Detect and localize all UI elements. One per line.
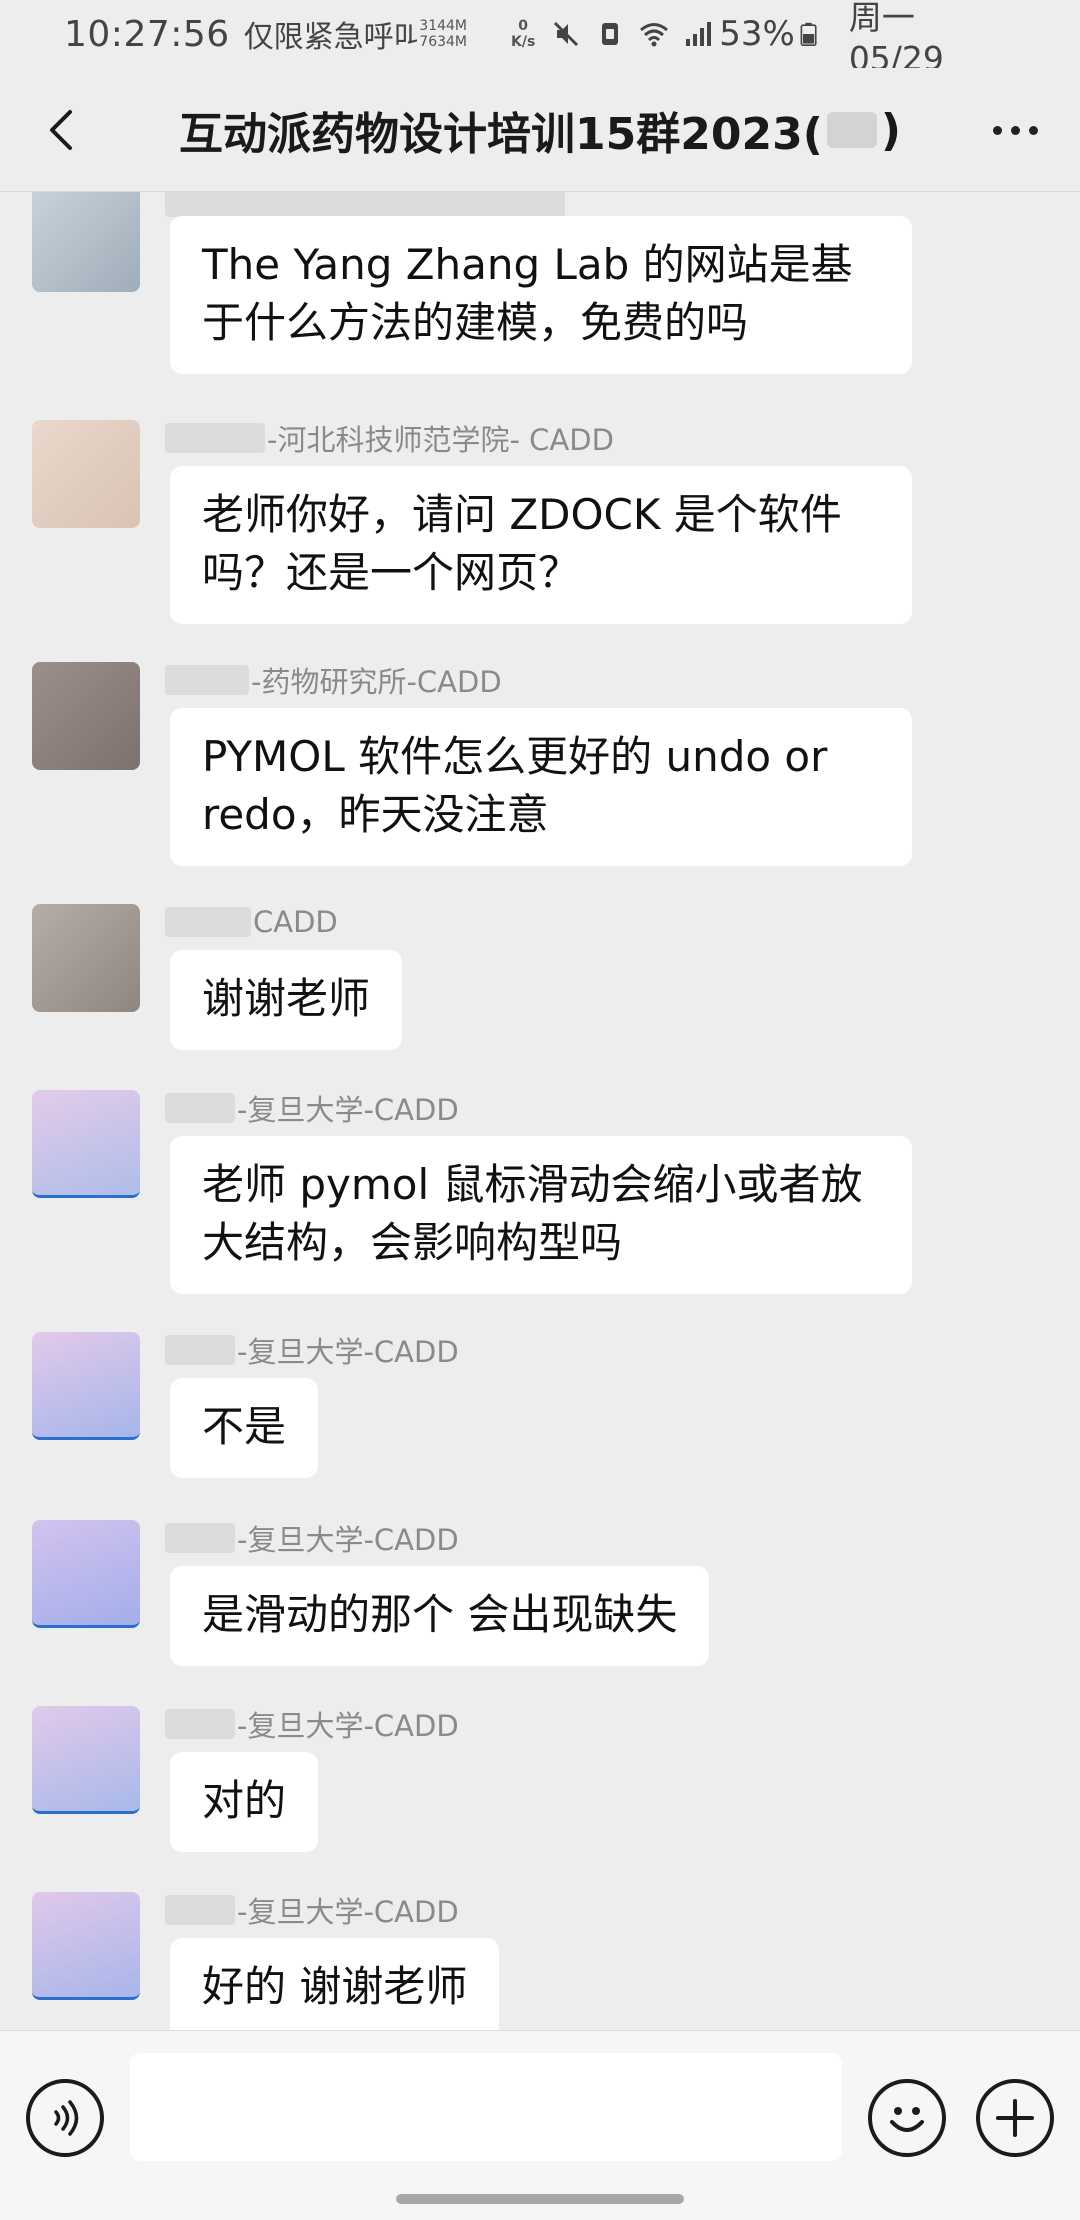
message-bubble[interactable]: 是滑动的那个 会出现缺失 — [170, 1566, 710, 1666]
sender-redacted-block — [165, 1709, 235, 1739]
status-memory-bottom: 7634M — [419, 34, 467, 50]
chat-header: 互动派药物设计培训15群2023( ) — [0, 68, 1080, 192]
avatar[interactable] — [32, 1892, 140, 2000]
avatar[interactable] — [32, 192, 140, 292]
message-sender-text: -复旦大学-CADD — [237, 1093, 459, 1127]
status-net-speed-unit: K/s — [511, 34, 536, 50]
message-sender: -复旦大学-CADD — [165, 1332, 459, 1369]
message-sender-text: -复旦大学-CADD — [237, 1523, 459, 1557]
nfc-icon — [602, 23, 619, 45]
status-battery-percent: 53% — [719, 14, 795, 54]
message-bubble[interactable]: 老师你好，请问 ZDOCK 是个软件吗？还是一个网页？ — [170, 466, 912, 624]
voice-icon — [54, 2100, 79, 2136]
message-sender-text: -复旦大学-CADD — [237, 1895, 459, 1929]
sender-redacted-block — [165, 907, 251, 937]
message-sender-text: CADD — [253, 905, 338, 939]
message-sender: -河北科技师范学院- CADD — [165, 420, 614, 457]
chat-title-prefix: 互动派药物设计培训15群2023( — [179, 109, 823, 160]
more-dot — [1010, 125, 1020, 135]
message-sender: -复旦大学-CADD — [165, 1706, 459, 1743]
message-sender-text: -复旦大学-CADD — [237, 1709, 459, 1743]
wifi-icon — [640, 23, 669, 47]
sender-redacted-block — [165, 423, 265, 453]
status-memory-top: 3144M — [419, 18, 467, 34]
smiley-icon — [890, 2107, 924, 2132]
message-sender: -复旦大学-CADD — [165, 1090, 459, 1127]
message-bubble[interactable]: 对的 — [170, 1752, 319, 1852]
message-sender: -复旦大学-CADD — [165, 1892, 459, 1929]
sender-redacted-block — [165, 1335, 235, 1365]
more-dot — [992, 125, 1002, 135]
message-input[interactable] — [130, 2053, 842, 2161]
status-emergency-text: 仅限紧急呼叫 — [243, 20, 418, 55]
message-bubble[interactable]: The Yang Zhang Lab 的网站是基于什么方法的建模，免费的吗 — [170, 216, 912, 374]
sender-redacted-block — [165, 192, 565, 217]
battery-icon — [800, 22, 817, 46]
input-bar — [0, 2030, 1080, 2220]
home-indicator[interactable] — [396, 2194, 684, 2204]
more-dot — [1028, 125, 1038, 135]
avatar[interactable] — [32, 1520, 140, 1628]
status-net-speed-value: 0 — [518, 18, 529, 34]
chat-title-suffix: ) — [880, 104, 901, 156]
status-time: 10:27:56 — [64, 13, 230, 55]
signal-icon — [686, 22, 712, 46]
status-date: 周一 05/29 — [848, 0, 944, 78]
message-bubble[interactable]: 谢谢老师 — [170, 950, 403, 1050]
avatar[interactable] — [32, 420, 140, 528]
message-bubble[interactable]: PYMOL 软件怎么更好的 undo or redo，昨天没注意 — [170, 708, 912, 866]
message-sender-text: -复旦大学-CADD — [237, 1335, 459, 1369]
voice-input-button[interactable] — [26, 2079, 104, 2157]
sender-redacted-block — [165, 1523, 235, 1553]
sender-redacted-block — [165, 665, 249, 695]
more-options-button[interactable] — [980, 98, 1050, 162]
message-sender: -复旦大学-CADD — [165, 1520, 459, 1557]
avatar[interactable] — [32, 1706, 140, 1814]
status-icons — [551, 19, 713, 49]
plus-icon — [996, 2099, 1034, 2137]
status-bar: 10:27:56 仅限紧急呼叫 3144M 7634M 0 K/s 53% 周一… — [0, 0, 1080, 78]
status-memory: 3144M 7634M — [419, 18, 467, 50]
status-net-speed: 0 K/s — [511, 18, 535, 50]
title-redacted-block — [826, 112, 877, 148]
message-bubble[interactable]: 老师 pymol 鼠标滑动会缩小或者放大结构，会影响构型吗 — [170, 1136, 912, 1294]
message-bubble[interactable]: 好的 谢谢老师 — [170, 1938, 500, 2030]
message-bubble[interactable]: 不是 — [170, 1378, 319, 1478]
message-sender-text: -河北科技师范学院- CADD — [267, 423, 614, 457]
sender-redacted-block — [165, 1093, 235, 1123]
avatar[interactable] — [32, 1332, 140, 1440]
message-sender: -药物研究所-CADD — [165, 662, 502, 699]
message-sender: CADD — [165, 904, 338, 940]
avatar[interactable] — [32, 904, 140, 1012]
avatar[interactable] — [32, 1090, 140, 1198]
sender-redacted-block — [165, 1895, 235, 1925]
avatar[interactable] — [32, 662, 140, 770]
chat-title: 互动派药物设计培训15群2023( ) — [0, 68, 1080, 192]
message-sender-text: -药物研究所-CADD — [251, 665, 502, 699]
emoji-button[interactable] — [868, 2079, 946, 2157]
more-functions-button[interactable] — [976, 2079, 1054, 2157]
mute-icon — [554, 21, 579, 47]
chat-message-list[interactable]: The Yang Zhang Lab 的网站是基于什么方法的建模，免费的吗 -河… — [0, 192, 1080, 2030]
